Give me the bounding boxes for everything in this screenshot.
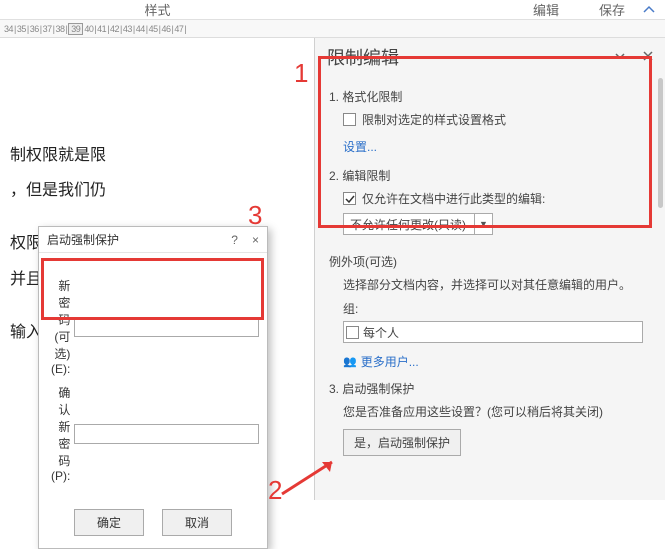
pane-dropdown-icon[interactable] — [613, 49, 627, 66]
section-3-title: 3. 启动强制保护 — [329, 380, 651, 397]
everyone-checkbox[interactable] — [346, 326, 359, 339]
pane-close-icon[interactable] — [641, 49, 655, 66]
group-label: 组: — [343, 300, 651, 317]
edit-restrict-checkbox[interactable] — [343, 192, 356, 205]
exceptions-desc: 选择部分文档内容，并选择可以对其任意编辑的用户。 — [343, 276, 651, 294]
section-2-title: 2. 编辑限制 — [329, 167, 651, 184]
start-protection-button[interactable]: 是，启动强制保护 — [343, 429, 461, 456]
edit-restrict-label: 仅允许在文档中进行此类型的编辑: — [362, 190, 545, 207]
section-1-title: 1. 格式化限制 — [329, 88, 651, 105]
format-restrict-label: 限制对选定的样式设置格式 — [362, 111, 506, 128]
new-password-label: 新密码(可选)(E): — [51, 277, 70, 376]
new-password-input[interactable] — [74, 317, 259, 337]
exceptions-title: 例外项(可选) — [329, 253, 651, 270]
users-icon: 👥 — [343, 355, 357, 368]
group-listbox[interactable]: 每个人 — [343, 321, 643, 343]
restrict-editing-pane: 限制编辑 1. 格式化限制 限制对选定的样式设置格式 设置... 2. 编辑限制 — [315, 38, 665, 500]
format-restrict-checkbox[interactable] — [343, 113, 356, 126]
collapse-ribbon-icon[interactable] — [641, 2, 657, 21]
dialog-close-button[interactable]: × — [252, 233, 259, 247]
chevron-down-icon[interactable]: ▼ — [474, 214, 492, 234]
dialog-help-button[interactable]: ? — [231, 233, 238, 247]
horizontal-ruler: 34| 35| 36| 37| 38| 3940 |41 |42 |43 |44… — [0, 20, 665, 38]
pane-title: 限制编辑 — [327, 44, 399, 70]
edit-type-combo[interactable]: 不允许任何更改(只读) ▼ — [343, 213, 493, 235]
section-3-desc: 您是否准备应用这些设置？(您可以稍后将其关闭) — [343, 403, 651, 421]
ribbon-group-edit[interactable]: 编辑 — [533, 0, 559, 19]
start-protection-dialog: 启动强制保护 ? × 新密码(可选)(E): 确认新密码(P): 确定 取消 — [38, 226, 268, 549]
ribbon-group-save[interactable]: 保存 — [599, 0, 625, 19]
ok-button[interactable]: 确定 — [74, 509, 144, 536]
format-settings-link[interactable]: 设置... — [343, 138, 377, 155]
dialog-title: 启动强制保护 — [47, 231, 119, 248]
cancel-button[interactable]: 取消 — [162, 509, 232, 536]
ribbon-tabs: 样式 编辑 保存 — [0, 0, 665, 20]
confirm-password-label: 确认新密码(P): — [51, 384, 70, 483]
more-users-link[interactable]: 👥 更多用户... — [343, 353, 651, 370]
ribbon-group-styles: 样式 — [0, 0, 315, 19]
scrollbar-thumb[interactable] — [658, 78, 663, 208]
confirm-password-input[interactable] — [74, 424, 259, 444]
